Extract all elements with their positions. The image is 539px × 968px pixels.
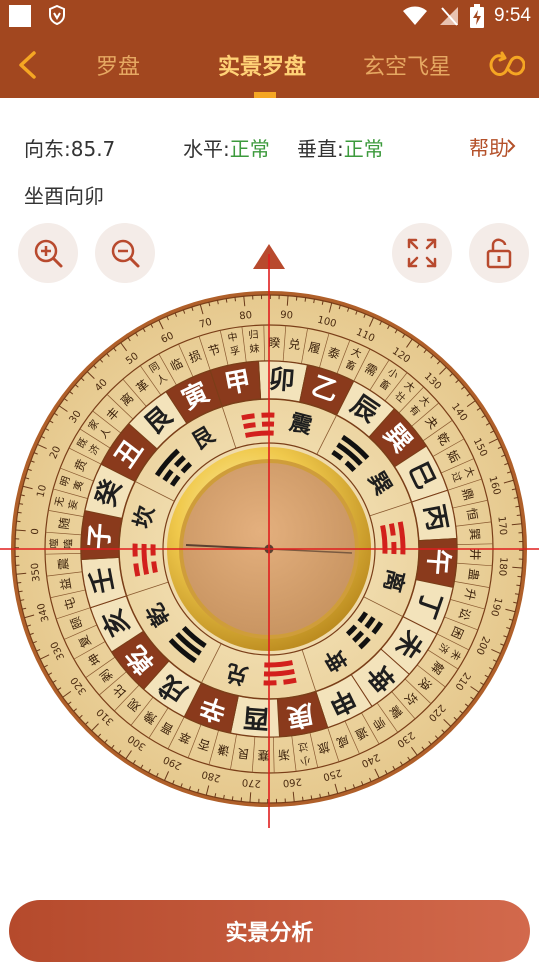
notification-icon [9,5,31,27]
signal-off-icon [440,7,459,26]
degree-tick [18,590,23,593]
hexagram-label: 渐 [277,747,290,762]
status-time: 9:54 [494,5,531,26]
mountain-label: 午 [422,548,455,576]
degree-tick [304,297,307,302]
vertical-reading: 垂直:正常 [297,133,384,162]
degree-label: 80 [239,310,253,322]
vertical-label: 垂直: [297,137,344,161]
tab-compass[interactable]: 罗盘 [96,49,140,81]
degree-tick [516,514,521,516]
back-arrow-icon[interactable] [14,50,42,80]
degree-label: 90 [280,310,294,322]
direction-reading: 向东:85.7 [24,133,115,162]
sitting-direction: 坐酉向卯 [24,184,104,208]
degree-label: 260 [282,775,302,788]
degree-tick [17,582,22,584]
hexagram-label: 噬 [47,538,60,548]
top-tab-bar: 罗盘 实景罗盘 玄空飞星 [0,32,539,98]
degree-label: 170 [495,516,508,536]
hexagram-label: 随 [56,517,72,531]
mountain-label: 壬 [86,565,120,596]
hexagram-label: 巽 [467,528,482,541]
hexagram-label: 归 [248,328,259,342]
hexagram-label: 艮 [237,746,251,761]
mountain-label: 酉 [242,702,270,734]
hexagram-label: 兑 [288,337,302,352]
hexagram-label: 小 [299,754,311,768]
battery-charging-icon [470,4,485,28]
degree-tick [17,511,22,514]
shield-icon [49,5,65,25]
hexagram-label: 睽 [268,336,280,350]
wifi-icon [403,6,428,25]
degree-tick [19,503,24,505]
vertical-status: 正常 [343,137,384,161]
tab-flying-star[interactable]: 玄空飞星 [363,49,451,81]
horizontal-status: 正常 [229,137,270,161]
degree-label: 350 [30,562,43,582]
hexagram-label: 恒 [464,507,480,521]
hexagram-label: 妹 [249,343,260,356]
direction-value: 85.7 [70,137,116,161]
degree-tick [515,505,520,508]
active-tab-indicator [254,92,276,98]
horizontal-reading: 水平:正常 [183,133,270,162]
hexagram-label: 孚 [229,345,241,359]
help-link[interactable]: 帮助 [469,132,509,161]
degree-label: 180 [496,557,508,577]
degree-tick [302,796,304,801]
hexagram-label: 蹇 [257,748,269,762]
hexagram-label: 井 [468,548,482,560]
degree-tick [234,297,236,302]
chevron-right-icon[interactable] [505,138,517,154]
degree-label: 0 [30,528,41,535]
degree-label: 270 [242,776,262,788]
degree-tick [223,794,225,799]
mountain-label: 卯 [268,365,296,397]
degree-tick [231,796,234,801]
mountain-label: 甲 [222,366,253,400]
direction-label: 向东: [24,137,71,161]
degree-tick [516,584,521,587]
status-bar: 9:54 [0,0,539,32]
horizontal-label: 水平: [183,137,230,161]
hexagram-label: 嗑 [62,539,74,549]
mountain-label: 子 [85,522,117,550]
degree-tick [514,593,519,595]
degree-tick [313,299,315,304]
tab-live-compass[interactable]: 实景罗盘 [218,49,306,81]
hexagram-label: 益 [58,577,74,591]
switch-icon[interactable] [487,49,525,81]
hexagram-label: 震 [56,557,71,570]
hexagram-label: 蛊 [466,568,481,582]
mountain-label: 丙 [418,502,452,533]
luopan-compass[interactable]: 01020304050607080 90 100110120130140150160… [0,240,539,830]
live-analysis-button[interactable]: 实景分析 [9,900,530,962]
degree-tick [310,795,313,800]
degree-tick [225,298,228,303]
